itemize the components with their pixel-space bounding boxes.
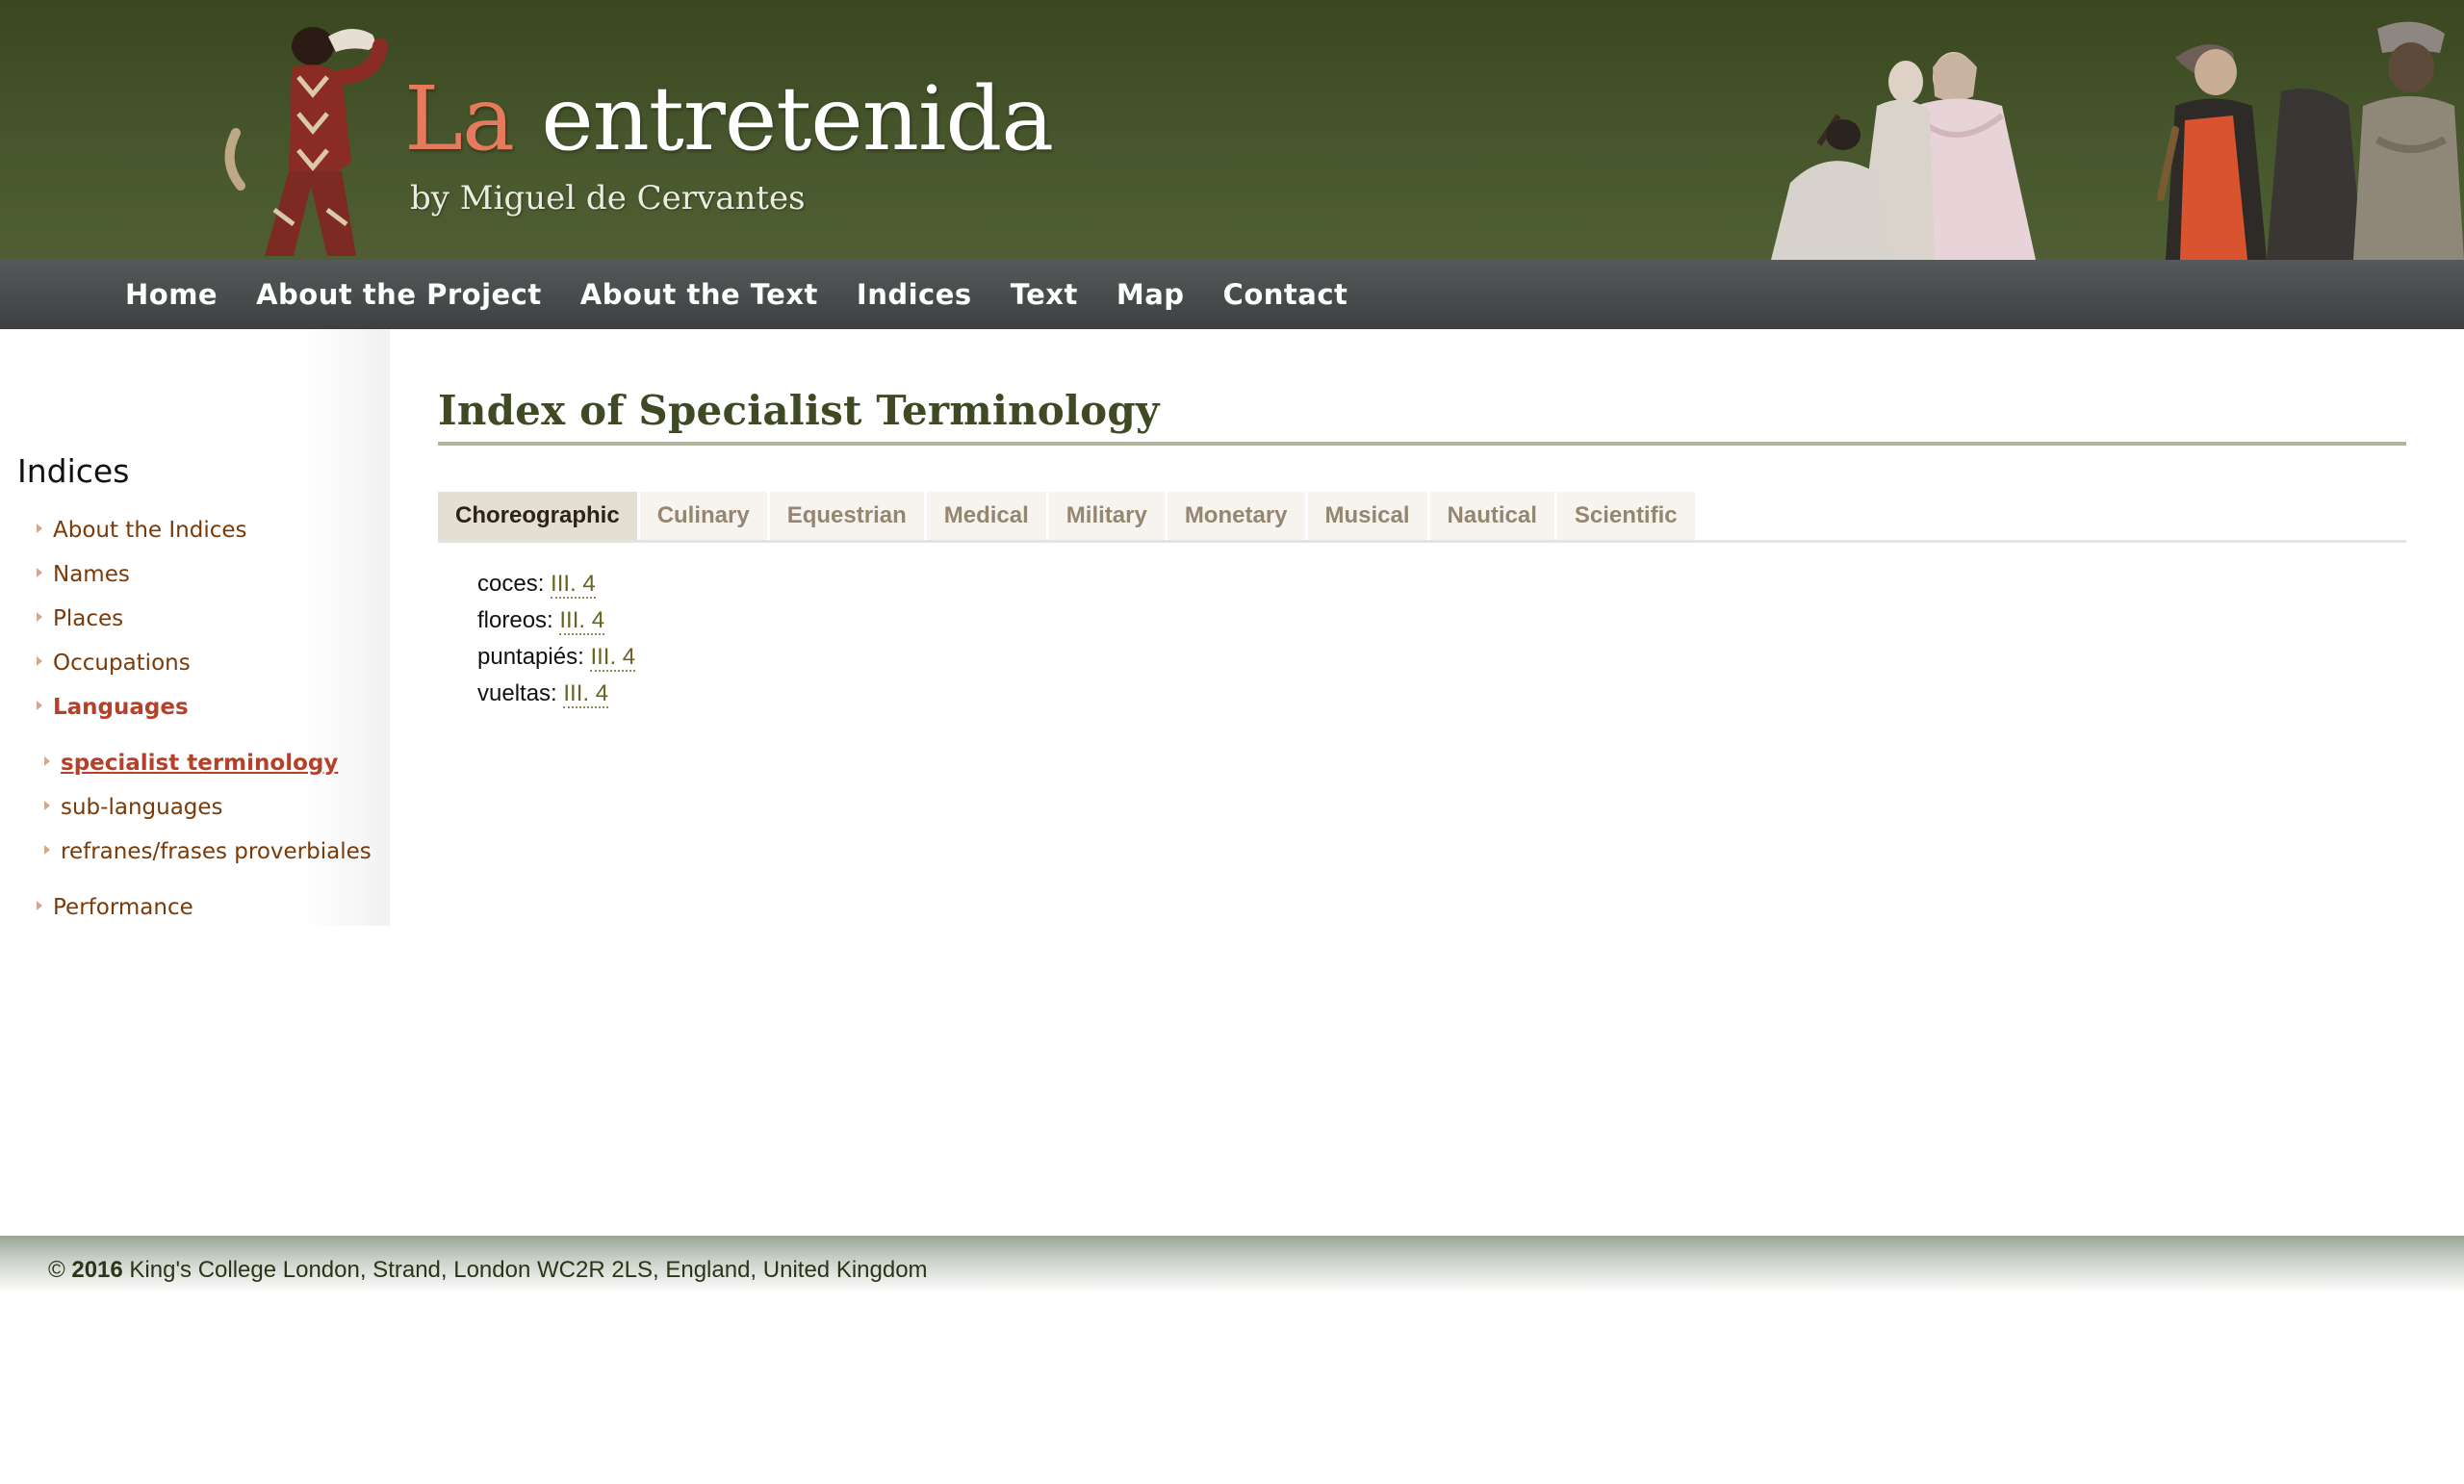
term-label: coces: xyxy=(477,571,545,597)
sidebar-item-places[interactable]: Places xyxy=(37,606,123,631)
list-item: puntapiés: III. 4 xyxy=(477,639,636,676)
triangle-right-icon xyxy=(44,755,50,766)
term-label: puntapiés: xyxy=(477,644,584,670)
footer-copyright: © 2016 King's College London, Strand, Lo… xyxy=(48,1257,928,1284)
tab-choreographic[interactable]: Choreographic xyxy=(438,492,637,540)
tab-culinary[interactable]: Culinary xyxy=(639,492,767,540)
nav-link-map[interactable]: Map xyxy=(1116,278,1185,311)
nav-link-about-project[interactable]: About the Project xyxy=(256,278,542,311)
nav-link-contact[interactable]: Contact xyxy=(1223,278,1348,311)
nav-link-about-text[interactable]: About the Text xyxy=(580,278,818,311)
site-logo-title[interactable]: La entretenida xyxy=(404,75,1054,164)
copyright-symbol: © xyxy=(48,1257,65,1283)
page-title: Index of Specialist Terminology xyxy=(438,387,1160,434)
triangle-right-icon xyxy=(37,655,42,666)
tab-equestrian[interactable]: Equestrian xyxy=(769,492,924,540)
sidebar-item-label: Languages xyxy=(53,695,189,720)
sidebar-subitem-label: sub-languages xyxy=(61,795,223,820)
logo-title-accent: La xyxy=(404,67,515,170)
copyright-year: 2016 xyxy=(71,1257,123,1283)
terminology-tabs: Choreographic Culinary Equestrian Medica… xyxy=(438,492,1698,540)
tab-scientific[interactable]: Scientific xyxy=(1556,492,1695,540)
main-navigation: Home About the Project About the Text In… xyxy=(0,260,2464,329)
tab-musical[interactable]: Musical xyxy=(1307,492,1427,540)
tab-medical[interactable]: Medical xyxy=(926,492,1046,540)
sidebar-item-label: Occupations xyxy=(53,651,191,676)
triangle-right-icon xyxy=(37,567,42,577)
triangle-right-icon xyxy=(37,700,42,710)
nav-item-indices: Indices xyxy=(857,278,972,311)
nav-link-text[interactable]: Text xyxy=(1011,278,1078,311)
footer-address: King's College London, Strand, London WC… xyxy=(129,1257,928,1283)
triangle-right-icon xyxy=(37,900,42,910)
term-reference-link[interactable]: III. 4 xyxy=(590,644,636,672)
triangle-right-icon xyxy=(44,800,50,810)
sidebar-item-about-indices[interactable]: About the Indices xyxy=(37,518,247,543)
sidebar-subitem-label: specialist terminology xyxy=(61,751,339,776)
masked-characters-illustration xyxy=(2157,21,2464,260)
sidebar-subitem-refranes[interactable]: refranes/frases proverbiales xyxy=(44,839,372,864)
title-divider xyxy=(438,442,2406,446)
sidebar-item-performance[interactable]: Performance xyxy=(37,895,193,920)
header-banner: La entretenida by Miguel de Cervantes xyxy=(0,0,2464,260)
triangle-right-icon xyxy=(44,844,50,855)
nav-list: Home About the Project About the Text In… xyxy=(125,260,1386,329)
site-logo-subtitle: by Miguel de Cervantes xyxy=(410,179,806,217)
nav-item-map: Map xyxy=(1116,278,1185,311)
term-reference-link[interactable]: III. 4 xyxy=(563,680,609,708)
sidebar-item-label: Names xyxy=(53,562,130,587)
triangle-right-icon xyxy=(37,611,42,622)
list-item: floreos: III. 4 xyxy=(477,602,635,639)
tab-military[interactable]: Military xyxy=(1048,492,1165,540)
sidebar-item-languages[interactable]: Languages xyxy=(37,695,189,720)
sidebar: Indices About the Indices Names Places O… xyxy=(0,329,390,926)
tab-monetary[interactable]: Monetary xyxy=(1167,492,1305,540)
tab-nautical[interactable]: Nautical xyxy=(1429,492,1554,540)
nav-link-indices[interactable]: Indices xyxy=(857,278,972,311)
term-label: vueltas: xyxy=(477,680,557,706)
nav-link-home[interactable]: Home xyxy=(125,278,218,311)
sidebar-subitem-label: refranes/frases proverbiales xyxy=(61,839,372,864)
term-reference-link[interactable]: III. 4 xyxy=(551,571,596,599)
sidebar-item-label: Places xyxy=(53,606,124,631)
nav-item-text: Text xyxy=(1011,278,1078,311)
courtly-figures-illustration xyxy=(1771,52,2036,260)
sidebar-title: Indices xyxy=(17,452,130,490)
tab-divider xyxy=(438,540,2406,543)
logo-title-text: entretenida xyxy=(513,67,1054,170)
term-label: floreos: xyxy=(477,607,553,633)
nav-item-about-text: About the Text xyxy=(580,278,818,311)
sidebar-subitem-specialist-terminology[interactable]: specialist terminology xyxy=(44,751,338,776)
nav-item-about-project: About the Project xyxy=(256,278,542,311)
triangle-right-icon xyxy=(37,523,42,533)
nav-item-contact: Contact xyxy=(1223,278,1348,311)
harlequin-figure-illustration xyxy=(224,27,388,256)
sidebar-item-label: About the Indices xyxy=(53,518,247,543)
sidebar-item-occupations[interactable]: Occupations xyxy=(37,651,191,676)
sidebar-item-label: Performance xyxy=(53,895,193,920)
nav-item-home: Home xyxy=(125,278,218,311)
term-list: coces: III. 4 floreos: III. 4 puntapiés:… xyxy=(477,566,636,712)
sidebar-subitem-sub-languages[interactable]: sub-languages xyxy=(44,795,223,820)
list-item: coces: III. 4 xyxy=(477,566,635,602)
sidebar-item-names[interactable]: Names xyxy=(37,562,130,587)
list-item: vueltas: III. 4 xyxy=(477,676,635,712)
term-reference-link[interactable]: III. 4 xyxy=(559,607,605,635)
